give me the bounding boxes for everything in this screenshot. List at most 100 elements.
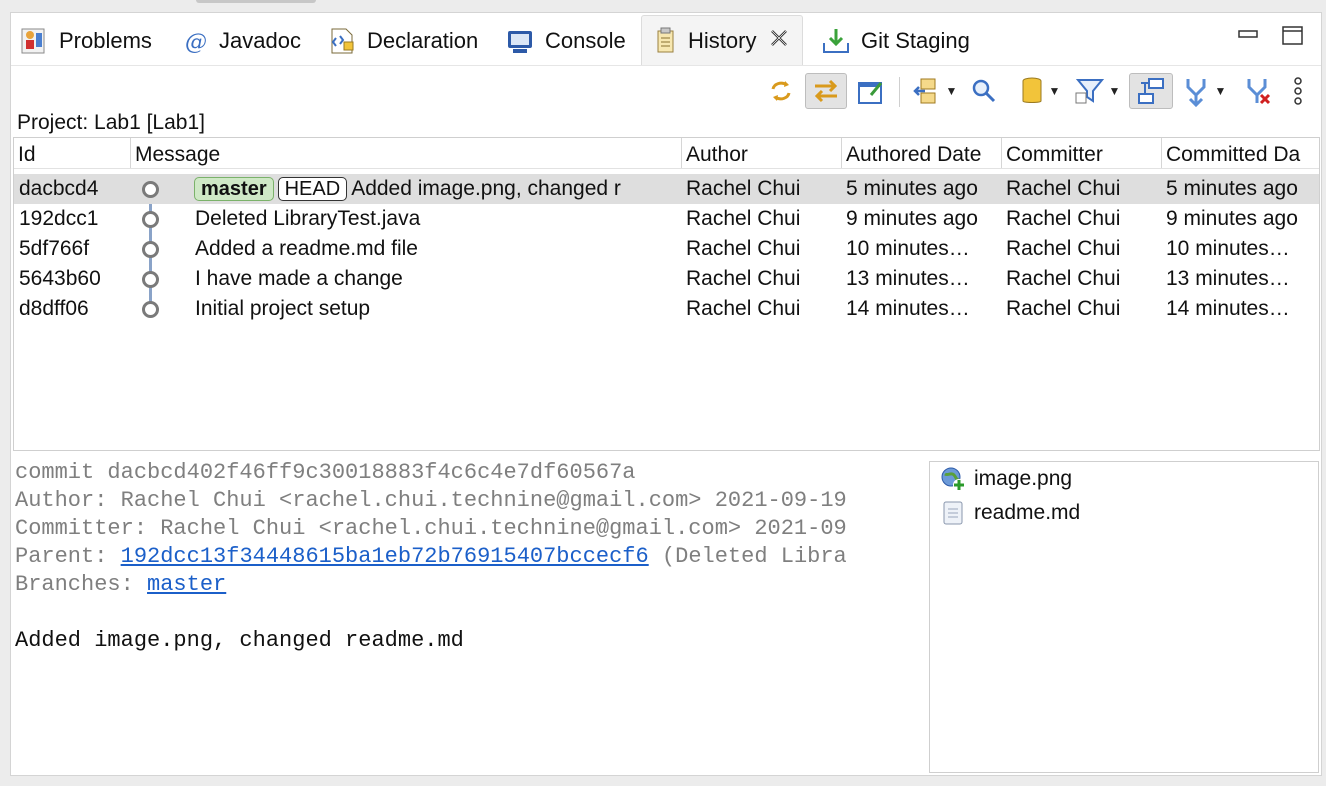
table-row[interactable]: 5df766f Added a readme.md file Rachel Ch… xyxy=(14,234,1319,264)
tab-label: History xyxy=(688,27,757,53)
show-first-parent-button[interactable] xyxy=(1129,73,1173,109)
tab-declaration[interactable]: Declaration xyxy=(327,19,478,63)
remove-merge-button[interactable] xyxy=(1237,73,1277,109)
commit-message: Added a readme.md file xyxy=(195,237,418,260)
branches-line: Branches: master xyxy=(15,571,925,599)
commit-committer: Rachel Chui xyxy=(1006,207,1121,230)
commit-id: 192dcc1 xyxy=(19,207,99,230)
remove-merge-icon xyxy=(1247,79,1271,105)
file-name: readme.md xyxy=(974,501,1081,524)
more-options-icon xyxy=(1294,77,1302,105)
pin-editor-icon xyxy=(858,82,883,104)
merge-options-button[interactable]: ▼ xyxy=(1177,73,1229,109)
parent-label: Parent: xyxy=(15,544,121,569)
commit-committed-date: 14 minutes… xyxy=(1166,297,1290,320)
tab-javadoc[interactable]: @ Javadoc xyxy=(183,19,301,63)
history-view-panel: Problems @ Javadoc Declaration Console H… xyxy=(10,12,1322,776)
commit-id: dacbcd4 xyxy=(19,177,99,200)
commit-id: d8dff06 xyxy=(19,297,89,320)
refresh-button[interactable] xyxy=(763,73,799,109)
branch-link[interactable]: master xyxy=(147,572,226,597)
problems-icon xyxy=(19,26,49,56)
repository-icon xyxy=(1022,77,1042,103)
parent-commit-link[interactable]: 192dcc13f34448615ba1eb72b76915407bccecf6 xyxy=(121,544,649,569)
table-row[interactable]: dacbcd4 master HEAD Added image.png, chang… xyxy=(14,174,1319,204)
list-item[interactable]: readme.md xyxy=(940,498,1080,528)
tab-label: Problems xyxy=(59,28,152,53)
commit-node-icon xyxy=(142,271,159,288)
pin-history-button[interactable] xyxy=(853,73,889,109)
tab-git-staging[interactable]: Git Staging xyxy=(821,19,970,63)
table-header: Id Message Author Authored Date Committe… xyxy=(14,138,1319,169)
console-icon xyxy=(505,26,535,56)
column-header-committer[interactable]: Committer xyxy=(1001,138,1161,168)
repository-filter-button[interactable]: ▼ xyxy=(1013,73,1065,109)
parent-message: (Deleted Libra xyxy=(648,544,847,569)
commit-committer: Rachel Chui xyxy=(1006,267,1121,290)
column-header-id[interactable]: Id xyxy=(14,138,130,168)
table-row[interactable]: 5643b60 I have made a change Rachel Chui… xyxy=(14,264,1319,294)
commit-history-table: Id Message Author Authored Date Committe… xyxy=(13,137,1320,451)
commit-committer: Rachel Chui xyxy=(1006,237,1121,260)
table-row[interactable]: 192dcc1 Deleted LibraryTest.java Rachel … xyxy=(14,204,1319,234)
branch-badge[interactable]: master xyxy=(194,177,274,202)
refresh-icon xyxy=(771,81,791,101)
commit-node-icon xyxy=(142,301,159,318)
tab-history[interactable]: History xyxy=(641,15,804,65)
commit-hash-line: commit dacbcd402f46ff9c30018883f4c6c4e7d… xyxy=(15,460,636,485)
history-icon xyxy=(654,26,678,56)
commit-details-text[interactable]: commit dacbcd402f46ff9c30018883f4c6c4e7d… xyxy=(15,459,925,773)
merge-icon xyxy=(1186,79,1206,107)
commit-committer: Rachel Chui xyxy=(1006,177,1121,200)
tab-label: Git Staging xyxy=(861,28,970,53)
search-button[interactable] xyxy=(967,73,1001,109)
maximize-view-icon[interactable] xyxy=(1281,23,1305,47)
close-tab-icon[interactable] xyxy=(768,27,790,55)
image-file-added-icon xyxy=(940,466,966,492)
link-sync-icon xyxy=(814,79,838,103)
dropdown-arrow-icon: ▼ xyxy=(945,84,958,98)
tab-console[interactable]: Console xyxy=(505,19,626,63)
view-menu-button[interactable] xyxy=(1283,73,1313,109)
commit-committed-date: 5 minutes ago xyxy=(1166,177,1298,200)
column-header-author[interactable]: Author xyxy=(681,138,841,168)
compare-mode-button[interactable]: ▼ xyxy=(909,73,959,109)
commit-committed-date: 9 minutes ago xyxy=(1166,207,1298,230)
view-tab-bar: Problems @ Javadoc Declaration Console H… xyxy=(11,13,1321,66)
column-header-message[interactable]: Message xyxy=(130,138,681,168)
commit-committed-date: 10 minutes… xyxy=(1166,237,1290,260)
search-icon xyxy=(972,79,996,103)
filter-button[interactable]: ▼ xyxy=(1069,73,1125,109)
commit-author: Rachel Chui xyxy=(686,267,801,290)
git-staging-icon xyxy=(821,26,851,56)
link-with-selection-button[interactable] xyxy=(805,73,847,109)
column-header-committed-date[interactable]: Committed Da xyxy=(1161,138,1319,168)
text-file-icon xyxy=(940,500,966,526)
parent-line: Parent: 192dcc13f34448615ba1eb72b7691540… xyxy=(15,543,925,571)
commit-author: Rachel Chui xyxy=(686,207,801,230)
commit-message: Deleted LibraryTest.java xyxy=(195,207,421,230)
list-item[interactable]: image.png xyxy=(940,464,1072,494)
full-commit-message: Added image.png, changed readme.md xyxy=(15,628,464,653)
svg-text:@: @ xyxy=(185,30,207,55)
tab-label: Console xyxy=(545,28,626,53)
commit-author: Rachel Chui xyxy=(686,177,801,200)
changed-files-list: image.png readme.md xyxy=(929,461,1319,773)
file-name: image.png xyxy=(974,467,1073,490)
head-badge: HEAD xyxy=(277,177,348,202)
dropdown-arrow-icon: ▼ xyxy=(1214,84,1227,98)
column-header-authored-date[interactable]: Authored Date xyxy=(841,138,1001,168)
table-row[interactable]: d8dff06 Initial project setup Rachel Chu… xyxy=(14,294,1319,324)
commit-committer: Rachel Chui xyxy=(1006,297,1121,320)
tab-problems[interactable]: Problems xyxy=(19,19,152,63)
minimize-view-icon[interactable] xyxy=(1236,23,1260,47)
commit-id: 5643b60 xyxy=(19,267,101,290)
commit-authored-date: 9 minutes ago xyxy=(846,207,978,230)
branch-layout-icon xyxy=(1138,78,1164,104)
commit-node-icon xyxy=(142,181,159,198)
commit-node-icon xyxy=(142,241,159,258)
tab-label: Declaration xyxy=(367,28,479,53)
commit-authored-date: 13 minutes… xyxy=(846,267,970,290)
compare-icon xyxy=(912,78,936,104)
